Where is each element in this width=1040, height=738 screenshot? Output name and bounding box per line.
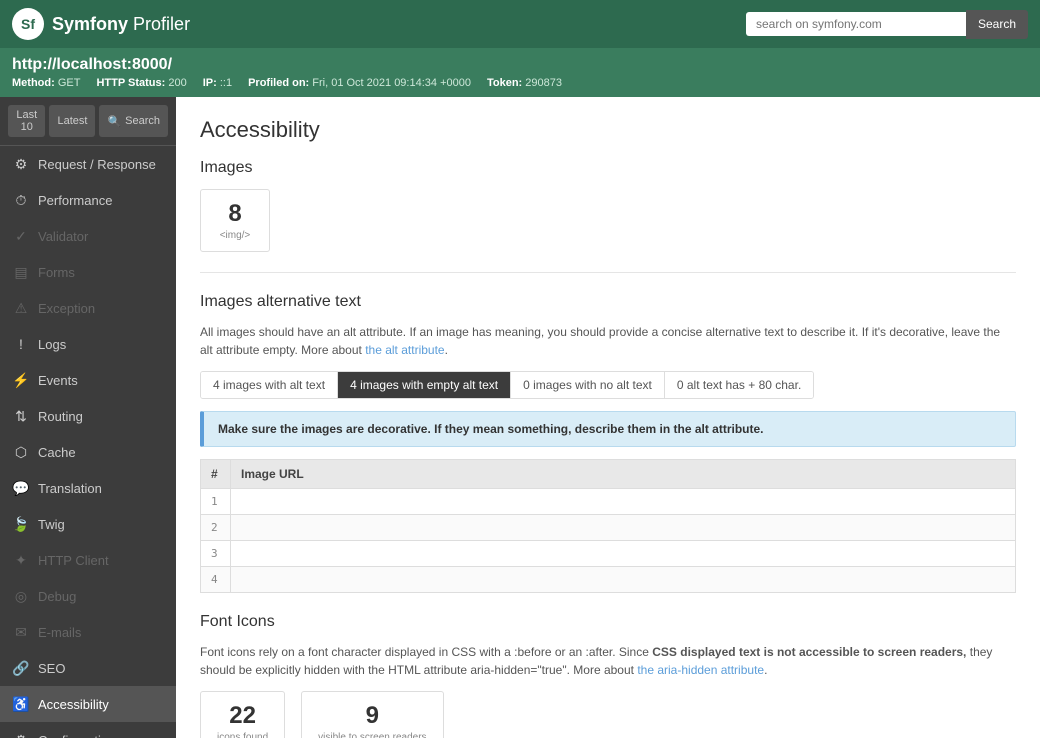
- accessibility-icon: ♿: [12, 695, 30, 713]
- emails-icon: ✉: [12, 623, 30, 641]
- debug-icon: ◎: [12, 587, 30, 605]
- validator-icon: ✓: [12, 227, 30, 245]
- http-client-icon: ✦: [12, 551, 30, 569]
- alt-attribute-link[interactable]: the alt attribute: [365, 343, 444, 357]
- table-header-url: Image URL: [231, 460, 1016, 489]
- url-bar: http://localhost:8000/ Method: GET HTTP …: [0, 48, 1040, 97]
- toolbar-search-button[interactable]: 🔍 Search: [99, 105, 168, 137]
- status-label: HTTP Status: 200: [96, 77, 186, 89]
- sidebar-item-debug: ◎ Debug: [0, 578, 176, 614]
- alt-text-table: # Image URL 1234: [200, 459, 1016, 593]
- table-row: 1: [201, 489, 1016, 515]
- sidebar-item-performance[interactable]: ⏱ Performance: [0, 182, 176, 218]
- sidebar-item-forms: ▤ Forms: [0, 254, 176, 290]
- routing-icon: ⇅: [12, 407, 30, 425]
- content-area: Accessibility Images 8 <img/> Images alt…: [176, 97, 1040, 738]
- twig-icon: 🍃: [12, 515, 30, 533]
- cache-icon: ⬡: [12, 443, 30, 461]
- logs-icon: !: [12, 335, 30, 353]
- request-meta: Method: GET HTTP Status: 200 IP: ::1 Pro…: [12, 77, 1028, 89]
- alt-text-warning: Make sure the images are decorative. If …: [200, 411, 1016, 447]
- icons-visible-box: 9 visible to screen readers: [301, 691, 443, 738]
- font-icons-stats: 22 icons found 9 visible to screen reade…: [200, 691, 1016, 738]
- table-row: 2: [201, 515, 1016, 541]
- alt-text-title: Images alternative text: [200, 293, 1016, 311]
- icons-found-count: 22: [229, 702, 256, 730]
- alt-text-section: Images alternative text All images shoul…: [200, 293, 1016, 593]
- row-num: 1: [201, 489, 231, 515]
- images-count: 8: [228, 200, 241, 228]
- sidebar-item-emails: ✉ E-mails: [0, 614, 176, 650]
- main-layout: Last 10 Latest 🔍 Search ⚙ Request / Resp…: [0, 97, 1040, 738]
- performance-icon: ⏱: [12, 191, 30, 209]
- icons-found-box: 22 icons found: [200, 691, 285, 738]
- page-title: Accessibility: [200, 117, 1016, 143]
- sidebar: Last 10 Latest 🔍 Search ⚙ Request / Resp…: [0, 97, 176, 738]
- app-title: Symfony Profiler: [52, 14, 190, 35]
- tab-images-empty-alt[interactable]: 4 images with empty alt text: [338, 372, 511, 398]
- font-icons-title: Font Icons: [200, 613, 1016, 631]
- font-icons-section: Font Icons Font icons rely on a font cha…: [200, 613, 1016, 738]
- seo-icon: 🔗: [12, 659, 30, 677]
- logo: Sf Symfony Profiler: [12, 8, 190, 40]
- token-label: Token: 290873: [487, 77, 562, 89]
- row-code: [231, 567, 1016, 593]
- alt-text-tabs: 4 images with alt text 4 images with emp…: [200, 371, 814, 399]
- last10-button[interactable]: Last 10: [8, 105, 45, 137]
- alt-text-description: All images should have an alt attribute.…: [200, 323, 1016, 359]
- search-input[interactable]: [746, 12, 966, 36]
- images-stat-box: 8 <img/>: [200, 189, 1016, 252]
- tab-images-with-alt[interactable]: 4 images with alt text: [201, 372, 338, 398]
- ip-label: IP: ::1: [203, 77, 232, 89]
- sidebar-item-accessibility[interactable]: ♿ Accessibility: [0, 686, 176, 722]
- sidebar-item-logs[interactable]: ! Logs: [0, 326, 176, 362]
- sidebar-item-exception: ⚠ Exception: [0, 290, 176, 326]
- tab-alt-text-long[interactable]: 0 alt text has + 80 char.: [665, 372, 813, 398]
- row-code: [231, 541, 1016, 567]
- events-icon: ⚡: [12, 371, 30, 389]
- latest-button[interactable]: Latest: [49, 105, 95, 137]
- exception-icon: ⚠: [12, 299, 30, 317]
- section-divider-1: [200, 272, 1016, 273]
- header: Sf Symfony Profiler Search: [0, 0, 1040, 48]
- sidebar-item-routing[interactable]: ⇅ Routing: [0, 398, 176, 434]
- row-num: 3: [201, 541, 231, 567]
- request-response-icon: ⚙: [12, 155, 30, 173]
- sidebar-item-translation[interactable]: 💬 Translation: [0, 470, 176, 506]
- table-row: 4: [201, 567, 1016, 593]
- icons-found-label: icons found: [217, 732, 268, 738]
- search-icon: 🔍: [107, 115, 121, 128]
- request-url: http://localhost:8000/: [12, 56, 1028, 74]
- aria-hidden-link[interactable]: the aria-hidden attribute: [637, 663, 764, 677]
- sidebar-item-http-client: ✦ HTTP Client: [0, 542, 176, 578]
- row-num: 4: [201, 567, 231, 593]
- configuration-icon: ⚙: [12, 731, 30, 738]
- profiled-label: Profiled on: Fri, 01 Oct 2021 09:14:34 +…: [248, 77, 471, 89]
- sidebar-item-request-response[interactable]: ⚙ Request / Response: [0, 146, 176, 182]
- icons-visible-label: visible to screen readers: [318, 732, 426, 738]
- sidebar-item-twig[interactable]: 🍃 Twig: [0, 506, 176, 542]
- table-row: 3: [201, 541, 1016, 567]
- images-section-title: Images: [200, 159, 1016, 177]
- translation-icon: 💬: [12, 479, 30, 497]
- sidebar-item-seo[interactable]: 🔗 SEO: [0, 650, 176, 686]
- forms-icon: ▤: [12, 263, 30, 281]
- sidebar-item-events[interactable]: ⚡ Events: [0, 362, 176, 398]
- method-label: Method: GET: [12, 77, 80, 89]
- sidebar-item-cache[interactable]: ⬡ Cache: [0, 434, 176, 470]
- images-stat-label: <img/>: [220, 230, 251, 241]
- search-form: Search: [746, 10, 1028, 39]
- search-button[interactable]: Search: [966, 10, 1028, 39]
- row-code: [231, 515, 1016, 541]
- row-code: [231, 489, 1016, 515]
- sidebar-toolbar: Last 10 Latest 🔍 Search: [0, 97, 176, 146]
- logo-icon: Sf: [12, 8, 44, 40]
- font-icons-description: Font icons rely on a font character disp…: [200, 643, 1016, 679]
- icons-visible-count: 9: [366, 702, 379, 730]
- table-header-num: #: [201, 460, 231, 489]
- sidebar-item-validator: ✓ Validator: [0, 218, 176, 254]
- tab-images-no-alt[interactable]: 0 images with no alt text: [511, 372, 665, 398]
- row-num: 2: [201, 515, 231, 541]
- sidebar-item-configuration[interactable]: ⚙ Configuration: [0, 722, 176, 738]
